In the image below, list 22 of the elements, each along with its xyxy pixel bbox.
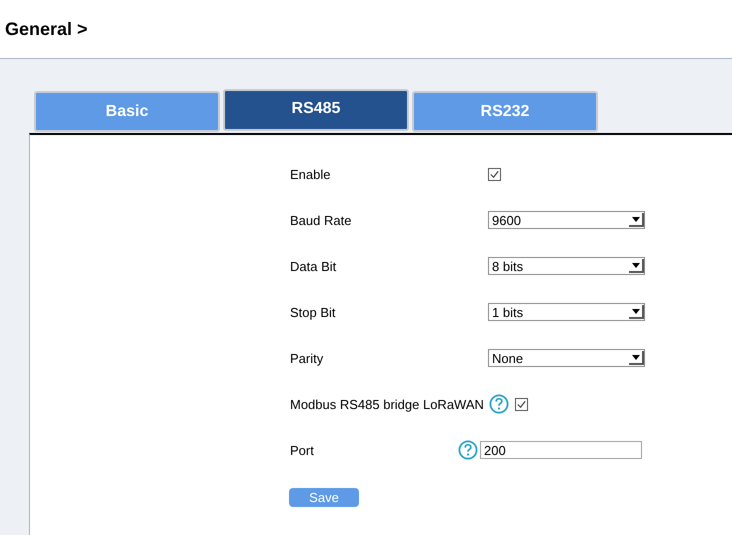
tab[interactable]: RS485 <box>223 89 409 131</box>
help-icon[interactable] <box>488 394 509 414</box>
dropdown[interactable]: 1 bits <box>488 303 645 321</box>
checkbox[interactable] <box>514 398 528 410</box>
checkbox[interactable] <box>488 168 501 180</box>
field-label: Parity <box>290 350 324 366</box>
dropdown[interactable]: 9600 <box>488 211 645 229</box>
field-label: Port <box>290 442 315 458</box>
field-label: Baud Rate <box>290 212 352 228</box>
dropdown-arrow-icon[interactable] <box>629 213 644 227</box>
dropdown[interactable]: 8 bits <box>488 257 645 275</box>
help-icon[interactable] <box>458 440 478 460</box>
dropdown[interactable]: None <box>488 349 645 367</box>
field-label: Enable <box>290 166 332 182</box>
port-field[interactable]: 200 <box>480 441 642 459</box>
field-label: Stop Bit <box>290 304 337 320</box>
page-title: General > <box>5 18 88 40</box>
field-label: Modbus RS485 bridge LoRaWAN <box>290 396 484 412</box>
dropdown-arrow-icon[interactable] <box>629 351 644 365</box>
dropdown-arrow-icon[interactable] <box>629 305 644 319</box>
dropdown-arrow-icon[interactable] <box>629 259 644 273</box>
field-label: Data Bit <box>290 258 338 274</box>
